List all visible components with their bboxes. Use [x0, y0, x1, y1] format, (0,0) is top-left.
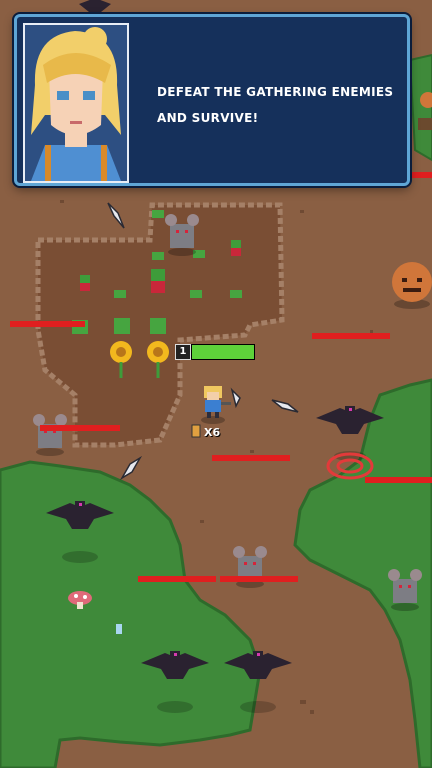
- heroine-portrait: [23, 23, 129, 183]
- player-level-badge: 1: [175, 344, 191, 360]
- flower-decor: [116, 624, 122, 634]
- heroine-portrait-art: [25, 25, 127, 181]
- dialog-message: DEFEAT THE GATHERING ENEMIES AND SURVIVE…: [157, 85, 394, 125]
- game-viewport[interactable]: 1 X6 DEFEAT THE GATHERING ENEMIES AND SU…: [0, 0, 432, 768]
- player-hp-bar: [191, 344, 255, 360]
- pumpkin-enemy: [392, 262, 432, 309]
- ammo-multiplier: X6: [204, 426, 221, 439]
- tutorial-dialog[interactable]: DEFEAT THE GATHERING ENEMIES AND SURVIVE…: [14, 14, 410, 186]
- ammo-icon: [191, 424, 201, 438]
- player-hp-fill: [192, 345, 254, 359]
